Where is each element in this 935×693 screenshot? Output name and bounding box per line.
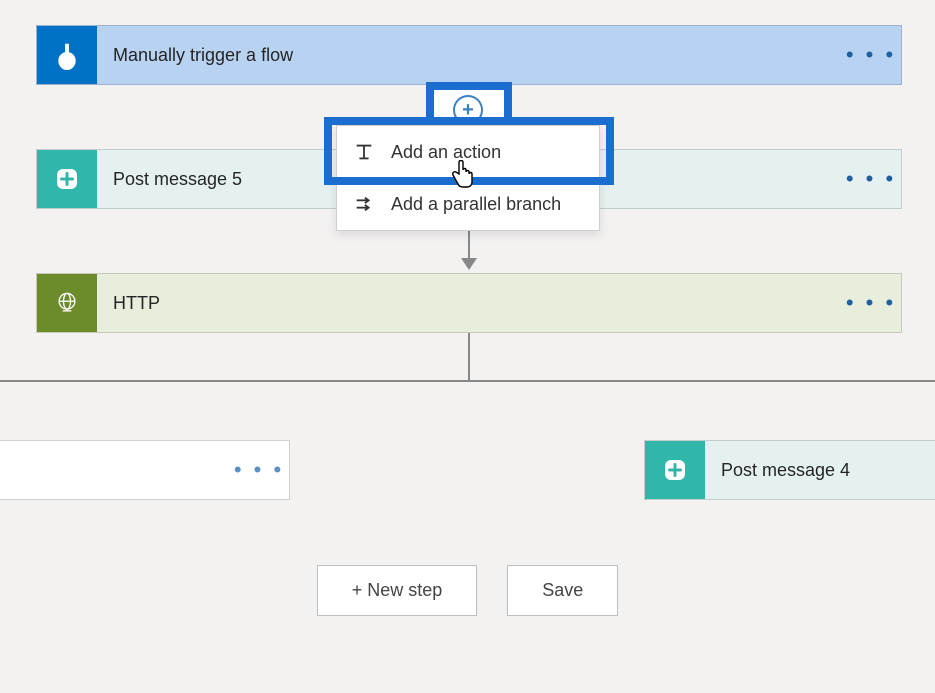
trigger-icon: [37, 26, 97, 84]
add-action-label: Add an action: [391, 142, 501, 163]
post-message-4-label: Post message 4: [705, 460, 935, 481]
add-parallel-branch-item[interactable]: Add a parallel branch: [337, 178, 599, 230]
globe-icon: [37, 274, 97, 332]
left-branch-menu-dots[interactable]: • • •: [229, 457, 289, 483]
connector-horizontal-line: [0, 380, 935, 382]
add-action-item[interactable]: Add an action: [337, 126, 599, 178]
post-message-4-card[interactable]: Post message 4: [644, 440, 935, 500]
connector-line: [468, 333, 470, 381]
add-step-plus-icon[interactable]: +: [453, 95, 483, 125]
http-label: HTTP: [97, 293, 841, 314]
trigger-menu-dots[interactable]: • • •: [841, 42, 901, 68]
arrow-down-icon: [461, 258, 477, 270]
new-step-button[interactable]: + New step: [317, 565, 478, 616]
post-message-5-menu-dots[interactable]: • • •: [841, 166, 901, 192]
save-button[interactable]: Save: [507, 565, 618, 616]
slack-icon: [645, 441, 705, 499]
http-card[interactable]: HTTP • • •: [36, 273, 902, 333]
left-branch-card[interactable]: • • •: [0, 440, 290, 500]
trigger-label: Manually trigger a flow: [97, 45, 841, 66]
parallel-branch-icon: [353, 193, 375, 215]
add-parallel-label: Add a parallel branch: [391, 194, 561, 215]
slack-icon: [37, 150, 97, 208]
trigger-card[interactable]: Manually trigger a flow • • •: [36, 25, 902, 85]
http-menu-dots[interactable]: • • •: [841, 290, 901, 316]
add-step-dropdown: Add an action Add a parallel branch: [336, 125, 600, 231]
footer-actions: + New step Save: [0, 565, 935, 616]
insert-icon: [353, 141, 375, 163]
